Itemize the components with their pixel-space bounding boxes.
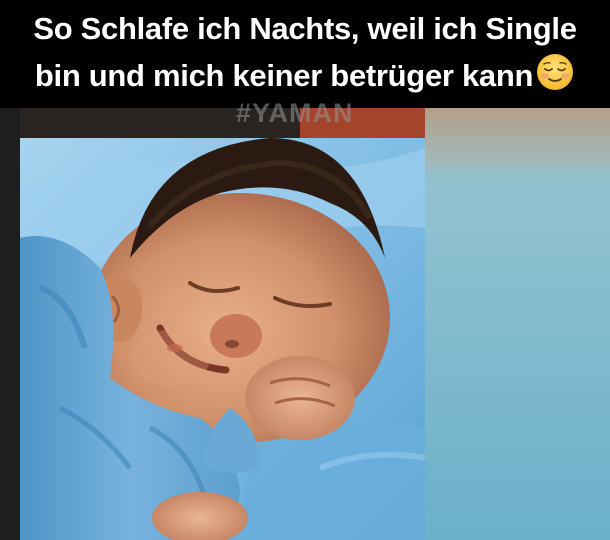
meme-frame: So Schlafe ich Nachts, weil ich Single b… [0,0,610,540]
sleeping-baby-photo [0,108,610,540]
caption-line-2: bin und mich keiner betrüger kann [34,58,534,93]
meme-caption: So Schlafe ich Nachts, weil ich Single b… [0,0,610,108]
relieved-smile-emoji-icon [537,54,574,90]
caption-line-2-wrap: bin und mich keiner betrüger kann [0,52,610,99]
caption-line-1: So Schlafe ich Nachts, weil ich Single [33,11,577,46]
watermark-text: #YAMAN [236,98,354,128]
